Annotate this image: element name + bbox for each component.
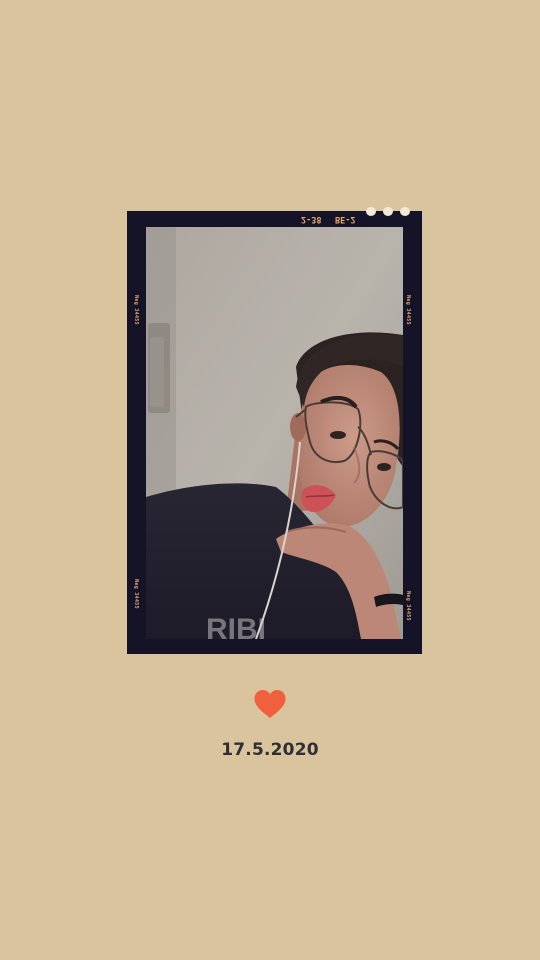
film-code-left: 2-38 bbox=[301, 214, 322, 224]
film-code-right: BE-2 bbox=[335, 214, 356, 224]
film-side-label: Neg 34455 bbox=[404, 591, 411, 621]
film-side-label: Neg 34455 bbox=[404, 295, 411, 325]
perforation bbox=[400, 207, 410, 216]
perforation bbox=[366, 207, 376, 216]
date-label: 17.5.2020 bbox=[221, 740, 319, 760]
heart-icon bbox=[254, 690, 286, 718]
perforation bbox=[383, 207, 393, 216]
film-side-label: Neg 34455 bbox=[132, 295, 139, 325]
heart-shape bbox=[254, 690, 286, 718]
film-perforations bbox=[366, 207, 410, 216]
story-page: 2-38 BE-2 Neg 34455 Neg 34455 Neg 34455 … bbox=[0, 0, 540, 960]
portrait-photo: RIBI bbox=[146, 227, 403, 639]
film-side-label: Neg 34455 bbox=[132, 579, 139, 609]
film-frame: 2-38 BE-2 Neg 34455 Neg 34455 Neg 34455 … bbox=[127, 207, 422, 654]
